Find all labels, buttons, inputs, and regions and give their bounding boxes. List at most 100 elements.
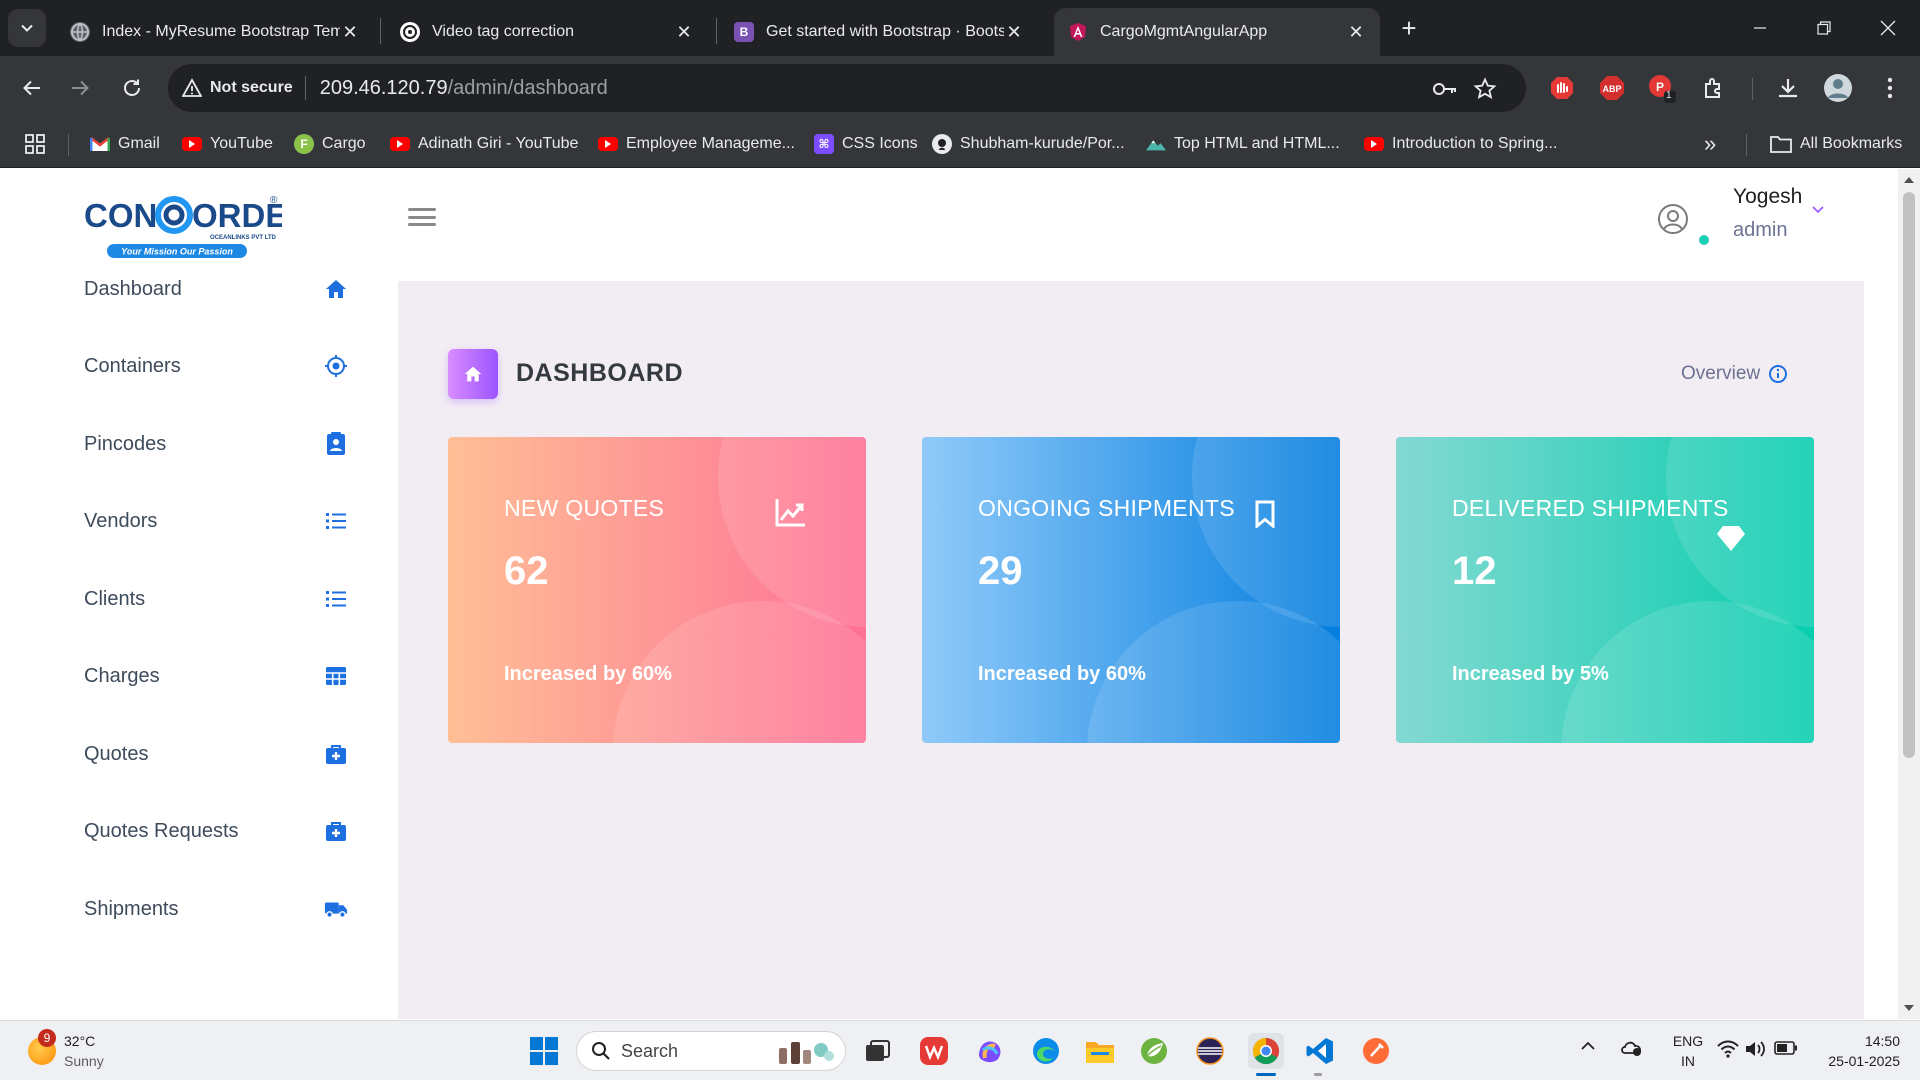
system-clock[interactable]: 14:50 25-01-2025 <box>1808 1031 1900 1071</box>
sidebar-item-pincodes[interactable]: Pincodes <box>84 424 348 464</box>
bookmark-employee-management[interactable]: Employee Manageme... <box>598 130 795 158</box>
red-extension-icon[interactable]: P 1 <box>1646 72 1678 104</box>
bookmark-gmail[interactable]: Gmail <box>90 130 160 158</box>
card-trend: Increased by 60% <box>504 663 672 685</box>
clock-date: 25-01-2025 <box>1828 1053 1900 1069</box>
region-code: IN <box>1681 1053 1695 1069</box>
chrome-browser-icon[interactable] <box>1248 1033 1284 1069</box>
back-arrow-icon <box>23 80 40 96</box>
browser-tab-3[interactable]: B Get started with Bootstrap · Bootst ✕ <box>720 8 1038 56</box>
bookmark-intro-spring[interactable]: Introduction to Spring... <box>1364 130 1557 158</box>
stat-card-new-quotes[interactable]: NEW QUOTES 62 Increased by 60% <box>448 437 866 743</box>
bookmark-label: YouTube <box>210 135 273 152</box>
sidebar-item-vendors[interactable]: Vendors <box>84 501 348 541</box>
address-bar[interactable]: Not secure 209.46.120.79/admin/dashboard <box>168 64 1526 112</box>
vscode-icon[interactable] <box>1302 1033 1338 1069</box>
downloads-icon[interactable] <box>1772 72 1804 104</box>
task-view-icon[interactable] <box>860 1033 896 1069</box>
forward-button[interactable] <box>60 68 100 108</box>
url-host: 209.46.120.79 <box>319 76 448 99</box>
tab-search-button[interactable] <box>8 9 46 47</box>
wifi-icon[interactable] <box>1716 1039 1740 1059</box>
concorde-logo[interactable]: CON ORDE ® OCEANLINKS PVT LTD Your Missi… <box>82 187 282 259</box>
apps-grid-icon[interactable] <box>24 130 46 158</box>
bookmarks-overflow-button[interactable]: » <box>1704 130 1716 158</box>
user-name: Yogesh <box>1733 185 1803 208</box>
user-profile-dropdown[interactable]: Yogesh admin <box>1655 183 1824 247</box>
browser-toolbar: Not secure 209.46.120.79/admin/dashboard… <box>0 56 1920 120</box>
battery-icon[interactable] <box>1774 1041 1798 1055</box>
eclipse-ide-icon[interactable] <box>1192 1033 1228 1069</box>
tab-title: Index - MyResume Bootstrap Temp <box>102 23 340 40</box>
profile-avatar-icon[interactable] <box>1822 72 1854 104</box>
weather-widget[interactable]: 9 32°C Sunny <box>22 1029 152 1073</box>
scroll-up-arrow-icon[interactable] <box>1904 175 1914 185</box>
browser-tab-2[interactable]: Video tag correction ✕ <box>386 8 708 56</box>
postman-icon[interactable] <box>1358 1033 1394 1069</box>
stat-card-delivered-shipments[interactable]: DELIVERED SHIPMENTS 12 Increased by 5% <box>1396 437 1814 743</box>
sidebar-item-label: Clients <box>84 587 146 610</box>
spring-tools-icon[interactable] <box>1136 1033 1172 1069</box>
sidebar-item-dashboard[interactable]: Dashboard <box>84 269 348 309</box>
file-explorer-icon[interactable] <box>1082 1033 1118 1069</box>
sidebar-item-shipments[interactable]: Shipments <box>84 889 348 929</box>
bookmark-star-icon[interactable] <box>1472 76 1498 102</box>
sidebar-item-charges[interactable]: Charges <box>84 656 348 696</box>
minimize-button[interactable] <box>1728 0 1792 56</box>
extensions-puzzle-icon[interactable] <box>1698 72 1730 104</box>
close-tab-icon[interactable]: ✕ <box>1346 22 1366 42</box>
bookmark-adinath-youtube[interactable]: Adinath Giri - YouTube <box>390 130 578 158</box>
overview-link[interactable]: Overview <box>1681 363 1788 385</box>
browser-tab-4-active[interactable]: CargoMgmtAngularApp ✕ <box>1054 8 1380 56</box>
sidebar-item-clients[interactable]: Clients <box>84 579 348 619</box>
browser-menu-icon[interactable] <box>1874 72 1906 104</box>
password-key-icon[interactable] <box>1432 76 1458 102</box>
site-info-chip[interactable]: Not secure <box>182 78 305 98</box>
block-extension-icon[interactable] <box>1546 72 1578 104</box>
active-app-indicator <box>1256 1073 1276 1076</box>
bootstrap-icon: B <box>734 22 754 42</box>
bookmark-youtube[interactable]: YouTube <box>182 130 273 158</box>
svg-text:Your Mission Our Passion: Your Mission Our Passion <box>121 247 233 257</box>
sidebar-toggle-button[interactable] <box>408 205 436 229</box>
page-scrollbar[interactable] <box>1898 169 1920 1019</box>
wps-office-icon[interactable] <box>916 1033 952 1069</box>
bookmark-cargo[interactable]: F Cargo <box>294 130 366 158</box>
scroll-down-arrow-icon[interactable] <box>1904 1003 1914 1013</box>
forward-arrow-icon <box>72 80 89 96</box>
volume-icon[interactable] <box>1744 1039 1768 1059</box>
sidebar-item-label: Dashboard <box>84 277 182 300</box>
angular-icon <box>1068 22 1088 42</box>
sidebar-item-containers[interactable]: Containers <box>84 346 348 386</box>
copilot-icon[interactable] <box>972 1033 1008 1069</box>
all-bookmarks-button[interactable]: All Bookmarks <box>1770 130 1902 158</box>
scrollbar-thumb[interactable] <box>1903 192 1915 758</box>
windows-start-icon[interactable] <box>526 1033 562 1069</box>
restore-button[interactable] <box>1792 0 1856 56</box>
browser-tab-1[interactable]: Index - MyResume Bootstrap Temp ✕ <box>56 8 374 56</box>
onedrive-sync-icon[interactable] <box>1620 1037 1644 1057</box>
back-button[interactable] <box>12 68 52 108</box>
search-placeholder: Search <box>621 1040 679 1061</box>
search-icon <box>592 1042 610 1060</box>
language-code: ENG <box>1672 1033 1704 1049</box>
close-tab-icon[interactable]: ✕ <box>340 22 360 42</box>
close-tab-icon[interactable]: ✕ <box>674 22 694 42</box>
sidebar-item-quotes-requests[interactable]: Quotes Requests <box>84 811 348 851</box>
adblock-plus-icon[interactable]: ABP <box>1596 72 1628 104</box>
stat-card-ongoing-shipments[interactable]: ONGOING SHIPMENTS 29 Increased by 60% <box>922 437 1340 743</box>
close-window-button[interactable] <box>1856 0 1920 56</box>
sidebar-item-quotes[interactable]: Quotes <box>84 734 348 774</box>
bookmark-github[interactable]: Shubham-kurude/Por... <box>932 130 1125 158</box>
new-tab-button[interactable]: + <box>1393 12 1425 44</box>
close-tab-icon[interactable]: ✕ <box>1004 22 1024 42</box>
taskbar-search-box[interactable]: Search <box>576 1031 846 1071</box>
reload-button[interactable] <box>112 68 152 108</box>
input-language-indicator[interactable]: ENG IN <box>1668 1031 1708 1071</box>
css-icons-icon: ⌘ <box>814 134 834 154</box>
edge-browser-icon[interactable] <box>1028 1033 1064 1069</box>
bookmark-top-html[interactable]: Top HTML and HTML... <box>1146 130 1340 158</box>
bookmark-css-icons[interactable]: ⌘ CSS Icons <box>814 130 918 158</box>
page-title: DASHBOARD <box>516 359 683 387</box>
show-hidden-icons-chevron-icon[interactable] <box>1580 1041 1596 1051</box>
